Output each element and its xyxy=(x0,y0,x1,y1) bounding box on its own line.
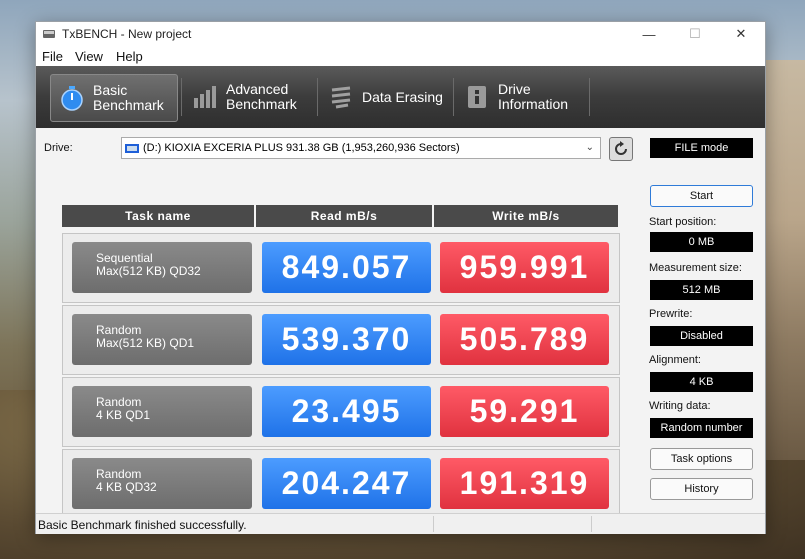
header-write: Write mB/s xyxy=(434,205,618,227)
eraser-icon xyxy=(331,86,351,109)
read-result: 849.057 xyxy=(262,242,431,293)
write-result: 959.991 xyxy=(440,242,609,293)
tab-divider xyxy=(589,78,590,116)
prewrite-label: Prewrite: xyxy=(649,308,693,320)
tab-drive-information[interactable]: Drive Information xyxy=(456,74,586,120)
result-row: Random Max(512 KB) QD1 539.370 505.789 xyxy=(62,305,620,375)
txbench-window: TxBENCH - New project — ☐ ✕ File View He… xyxy=(35,21,766,534)
tab-advanced-benchmark[interactable]: Advanced Benchmark xyxy=(184,74,310,120)
write-result: 191.319 xyxy=(440,458,609,509)
status-bar: Basic Benchmark finished successfully. xyxy=(36,513,765,534)
window-title: TxBENCH - New project xyxy=(62,27,192,41)
read-result: 539.370 xyxy=(262,314,431,365)
tab-basic-line1: Basic xyxy=(93,82,128,98)
tab-data-erasing[interactable]: Data Erasing xyxy=(320,74,450,120)
header-read: Read mB/s xyxy=(256,205,432,227)
read-result: 23.495 xyxy=(262,386,431,437)
start-position-label: Start position: xyxy=(649,216,717,228)
background-town xyxy=(765,60,805,460)
close-button[interactable]: ✕ xyxy=(718,22,764,46)
drive-label: Drive: xyxy=(44,142,73,154)
task-name-line2: 4 KB QD1 xyxy=(96,408,151,422)
chevron-down-icon: ⌄ xyxy=(585,142,594,153)
alignment-value[interactable]: 4 KB xyxy=(650,372,753,392)
tab-divider xyxy=(453,78,454,116)
task-name-line2: Max(512 KB) QD32 xyxy=(96,264,201,278)
menu-help[interactable]: Help xyxy=(116,49,143,64)
tab-drive-line1: Drive xyxy=(498,81,531,97)
file-mode-indicator: FILE mode xyxy=(650,138,753,158)
prewrite-value[interactable]: Disabled xyxy=(650,326,753,346)
alignment-label: Alignment: xyxy=(649,354,701,366)
task-options-button[interactable]: Task options xyxy=(650,448,753,470)
drive-selected-value: (D:) KIOXIA EXCERIA PLUS 931.38 GB (1,95… xyxy=(143,142,460,154)
start-button[interactable]: Start xyxy=(650,185,753,207)
status-message: Basic Benchmark finished successfully. xyxy=(38,518,247,532)
refresh-icon xyxy=(615,141,627,155)
task-name-line2: Max(512 KB) QD1 xyxy=(96,336,195,350)
app-icon xyxy=(43,30,55,38)
maximize-button[interactable]: ☐ xyxy=(672,22,718,46)
start-position-value[interactable]: 0 MB xyxy=(650,232,753,252)
task-sequential-qd32-button[interactable]: Sequential Max(512 KB) QD32 xyxy=(72,242,252,293)
read-result: 204.247 xyxy=(262,458,431,509)
tab-advanced-line1: Advanced xyxy=(226,81,289,97)
writing-data-value[interactable]: Random number xyxy=(650,418,753,438)
status-divider xyxy=(591,516,592,532)
result-row: Sequential Max(512 KB) QD32 849.057 959.9… xyxy=(62,233,620,303)
tab-divider xyxy=(181,78,182,116)
bar-chart-icon xyxy=(194,86,216,108)
writing-data-label: Writing data: xyxy=(649,400,711,412)
drive-icon xyxy=(125,143,139,153)
tab-drive-line2: Information xyxy=(498,96,569,112)
menu-bar: File View Help xyxy=(36,46,765,66)
write-result: 505.789 xyxy=(440,314,609,365)
tab-erasing-line1: Data Erasing xyxy=(362,88,443,105)
task-random-max-qd1-button[interactable]: Random Max(512 KB) QD1 xyxy=(72,314,252,365)
menu-view[interactable]: View xyxy=(75,49,103,64)
status-divider xyxy=(433,516,434,532)
drive-dropdown[interactable]: (D:) KIOXIA EXCERIA PLUS 931.38 GB (1,95… xyxy=(121,137,601,159)
task-random-4k-qd1-button[interactable]: Random 4 KB QD1 xyxy=(72,386,252,437)
mode-toolbar: Basic Benchmark Advanced Benchmark Data Er… xyxy=(36,66,765,128)
minimize-button[interactable]: — xyxy=(626,22,672,46)
results-grid: Task name Read mB/s Write mB/s Sequentia… xyxy=(62,205,620,520)
result-row: Random 4 KB QD32 204.247 191.319 xyxy=(62,449,620,519)
task-name-line2: 4 KB QD32 xyxy=(96,480,157,494)
result-row: Random 4 KB QD1 23.495 59.291 xyxy=(62,377,620,447)
measurement-size-label: Measurement size: xyxy=(649,262,742,274)
stopwatch-icon xyxy=(61,86,83,111)
measurement-size-value[interactable]: 512 MB xyxy=(650,280,753,300)
tab-basic-benchmark[interactable]: Basic Benchmark xyxy=(50,74,178,122)
main-panel: Drive: (D:) KIOXIA EXCERIA PLUS 931.38 G… xyxy=(36,128,765,519)
tab-advanced-line2: Benchmark xyxy=(226,96,297,112)
task-random-4k-qd32-button[interactable]: Random 4 KB QD32 xyxy=(72,458,252,509)
menu-file[interactable]: File xyxy=(42,49,63,64)
tab-divider xyxy=(317,78,318,116)
refresh-button[interactable] xyxy=(609,137,633,161)
tab-basic-line2: Benchmark xyxy=(93,97,164,113)
header-task-name: Task name xyxy=(62,205,254,227)
history-button[interactable]: History xyxy=(650,478,753,500)
write-result: 59.291 xyxy=(440,386,609,437)
drive-info-icon xyxy=(468,86,486,108)
title-bar: TxBENCH - New project — ☐ ✕ xyxy=(36,22,765,46)
